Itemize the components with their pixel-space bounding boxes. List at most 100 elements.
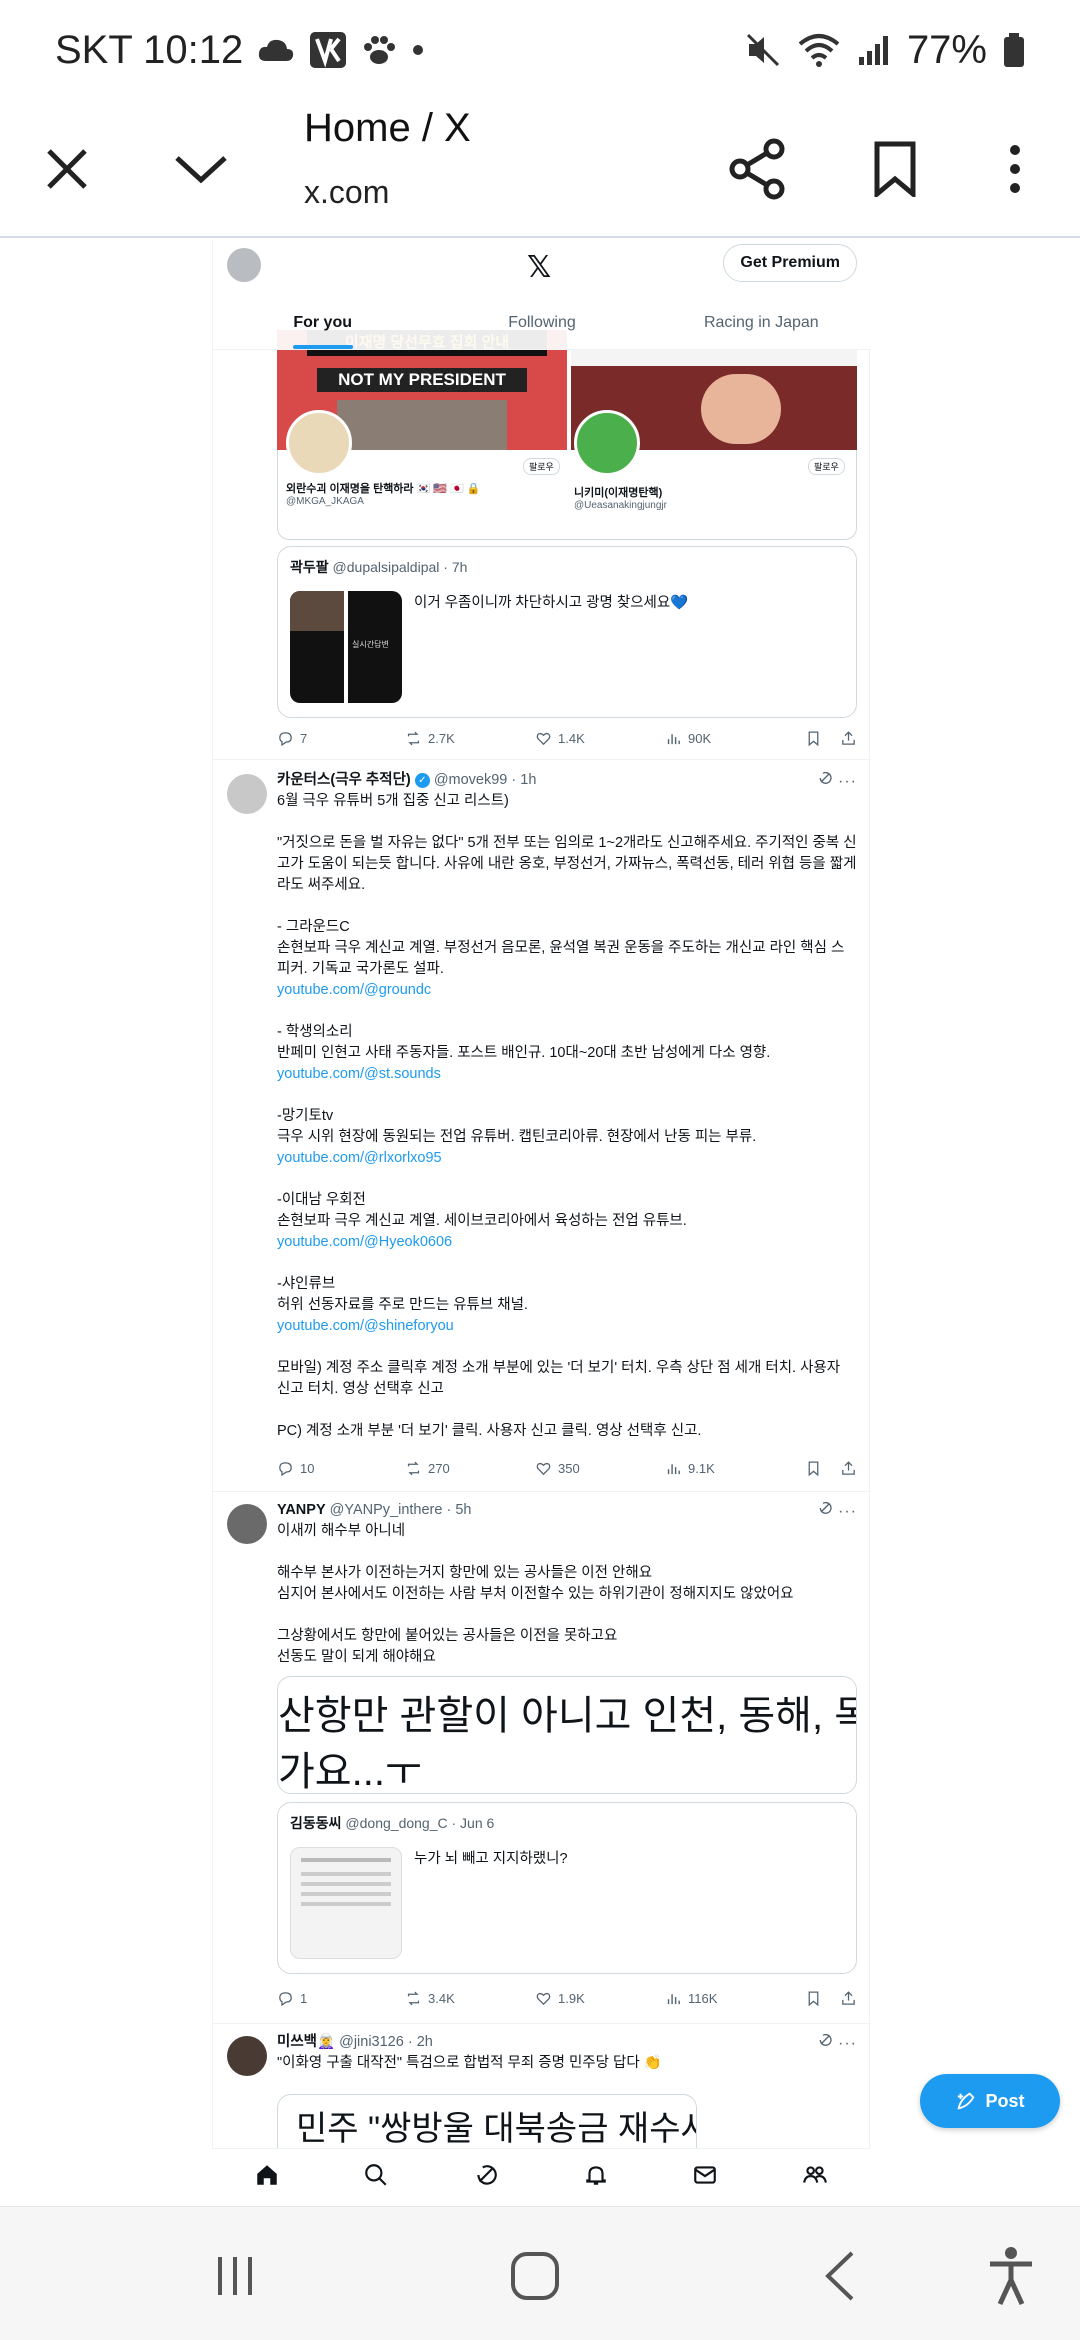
tab-following[interactable]: Following [432, 296, 651, 349]
post-time: · 5h [446, 1502, 472, 1518]
author-handle[interactable]: @movek99 [434, 772, 508, 788]
close-icon[interactable] [22, 124, 112, 214]
quote-thumb-text: 실시간답변 [352, 640, 389, 649]
x-logo[interactable]: 𝕏 [527, 250, 551, 285]
card-right-handle: @Ueasanakingjungjr [574, 500, 667, 511]
notifications-icon[interactable] [583, 2162, 609, 2193]
author-handle[interactable]: @jini3126 [339, 2034, 404, 2050]
author-avatar[interactable] [227, 2036, 267, 2076]
author-name[interactable]: 미쓰백🧝‍♀️ [277, 2034, 335, 2050]
messages-icon[interactable] [692, 2162, 718, 2193]
quoted-post[interactable]: 김동동씨 @dong_dong_C · Jun 6 누가 뇌 빼고 지지하랬니? [277, 1802, 857, 1974]
compose-post-button[interactable]: Post [920, 2074, 1060, 2128]
get-premium-button[interactable]: Get Premium [723, 244, 857, 282]
share-icon[interactable] [712, 124, 802, 214]
like-button[interactable]: 350 [535, 1460, 665, 1477]
post-link[interactable]: youtube.com/@rlxorlxo95 [277, 1148, 857, 1169]
repost-button[interactable]: 3.4K [405, 1990, 535, 2007]
dot-icon [411, 43, 425, 57]
bookmark-share-group [805, 730, 857, 747]
post-time: · 1h [511, 772, 537, 788]
repost-button[interactable]: 2.7K [405, 730, 535, 747]
quoted-post[interactable]: 곽두팔 @dupalsipaldipal · 7h 실시간답변 이거 우좀이니까… [277, 546, 857, 718]
post[interactable]: ··· YANPY @YANPy_inthere · 5h 이새끼 해수부 아니… [213, 1492, 871, 2024]
post[interactable]: ··· 카운터스(극우 추적단) ✓ @movek99 · 1h 6월 극우 유… [213, 760, 871, 1492]
post-text-line: 허위 선동자료를 주로 만드는 유튜브 채널. [277, 1297, 528, 1313]
bookmark-icon[interactable] [805, 1460, 822, 1477]
more-vert-icon[interactable] [970, 124, 1060, 214]
post-text-line: -망기토tv [277, 1108, 334, 1124]
views-button[interactable]: 90K [665, 730, 795, 747]
like-button[interactable]: 1.4K [535, 730, 665, 747]
post-image[interactable]: 민주 "쌍방울 대북송금 재수사 [277, 2094, 697, 2148]
bookmark-icon[interactable] [805, 1990, 822, 2007]
post-text-line: -샤인류브 [277, 1276, 336, 1292]
back-icon[interactable] [804, 2241, 874, 2311]
post-link[interactable]: youtube.com/@shineforyou [277, 1316, 857, 1337]
post-body: YANPY @YANPy_inthere · 5h 이새끼 해수부 아니네 해수… [277, 1500, 857, 1668]
author-avatar[interactable] [227, 1504, 267, 1544]
views-button[interactable]: 116K [665, 1990, 795, 2007]
tab-for-you[interactable]: For you [213, 296, 432, 349]
quote-time: · 7h [443, 559, 468, 575]
chevron-down-icon[interactable] [156, 124, 246, 214]
author-name[interactable]: 카운터스(극우 추적단) [277, 772, 411, 788]
card-left-follow[interactable]: 팔로우 [523, 458, 560, 475]
post-text-line: 손현보파 극우 계신교 계열. 세이브코리아에서 육성하는 전업 유튜브. [277, 1213, 687, 1229]
post-text-line: 그상황에서도 항만에 붙어있는 공사들은 이전을 못하고요 [277, 1628, 618, 1644]
post-text-line: - 그라운드C [277, 919, 350, 935]
author-name[interactable]: YANPY [277, 1502, 326, 1518]
post-link[interactable]: youtube.com/@st.sounds [277, 1064, 857, 1085]
accessibility-icon[interactable] [976, 2241, 1046, 2311]
post-link[interactable]: youtube.com/@Hyeok0606 [277, 1232, 857, 1253]
post-link[interactable]: youtube.com/@groundc [277, 980, 857, 1001]
bookmark-icon[interactable] [805, 730, 822, 747]
card-right-avatar [574, 410, 640, 476]
card-right-follow[interactable]: 팔로우 [808, 458, 845, 475]
timeline-column: 𝕏 Get Premium For you Following Racing i… [212, 240, 871, 2148]
verified-badge-icon: ✓ [414, 772, 430, 788]
share-icon[interactable] [840, 730, 857, 747]
x-header: 𝕏 Get Premium For you Following Racing i… [213, 240, 871, 350]
bookmark-icon[interactable] [850, 124, 940, 214]
quote-thumbnail[interactable]: 실시간답변 [290, 591, 402, 703]
post-time: · 2h [407, 2034, 433, 2050]
share-icon[interactable] [840, 1990, 857, 2007]
share-icon[interactable] [840, 1460, 857, 1477]
reply-button[interactable]: 10 [277, 1460, 405, 1477]
communities-icon[interactable] [802, 2162, 828, 2193]
reply-button[interactable]: 1 [277, 1990, 405, 2007]
compose-icon [957, 2092, 975, 2110]
bookmark-share-group [805, 1460, 857, 1477]
post-text-line: 반페미 인현고 사태 주동자들. 포스트 배인규. 10대~20대 초반 남성에… [277, 1045, 771, 1061]
profile-avatar[interactable] [227, 248, 261, 282]
mute-icon [745, 32, 781, 68]
post[interactable]: ··· 미쓰백🧝‍♀️ @jini3126 · 2h "이화영 구출 대작전" … [213, 2024, 871, 2148]
signal-icon [857, 33, 891, 67]
author-handle[interactable]: @YANPy_inthere [330, 1502, 443, 1518]
image-text: 민주 "쌍방울 대북송금 재수사 [296, 2110, 697, 2148]
recents-icon[interactable] [200, 2241, 270, 2311]
card-left-name: 외란수괴 이재명을 탄핵하라 🇰🇷 🇺🇸 🇯🇵 🔒 [286, 483, 481, 495]
like-button[interactable]: 1.9K [535, 1990, 665, 2007]
tab-racing-in-japan[interactable]: Racing in Japan [652, 296, 871, 349]
home-circle-icon[interactable] [500, 2241, 570, 2311]
cloud-icon [257, 37, 295, 63]
card-left-avatar [286, 410, 352, 476]
quote-thumbnail[interactable] [290, 1847, 402, 1959]
repost-button[interactable]: 270 [405, 1460, 535, 1477]
post-image[interactable]: 산항만 관할이 아니고 인천, 동해, 목포 가요...ㅜ [277, 1676, 857, 1794]
search-icon[interactable] [363, 2162, 389, 2193]
card-left-handle: @MKGA_JKAGA [286, 496, 364, 507]
system-navigation-bar [0, 2206, 1080, 2340]
grok-icon[interactable] [473, 2162, 499, 2193]
quote-author-name: 곽두팔 [290, 559, 329, 575]
views-button[interactable]: 9.1K [665, 1460, 795, 1477]
post-button-label: Post [985, 2090, 1025, 2111]
page-url[interactable]: x.com [304, 174, 389, 211]
paw-icon [361, 32, 397, 68]
home-icon[interactable] [254, 2162, 280, 2193]
author-avatar[interactable] [227, 774, 267, 814]
web-content: 𝕏 Get Premium For you Following Racing i… [0, 240, 1080, 2148]
reply-button[interactable]: 7 [277, 730, 405, 747]
